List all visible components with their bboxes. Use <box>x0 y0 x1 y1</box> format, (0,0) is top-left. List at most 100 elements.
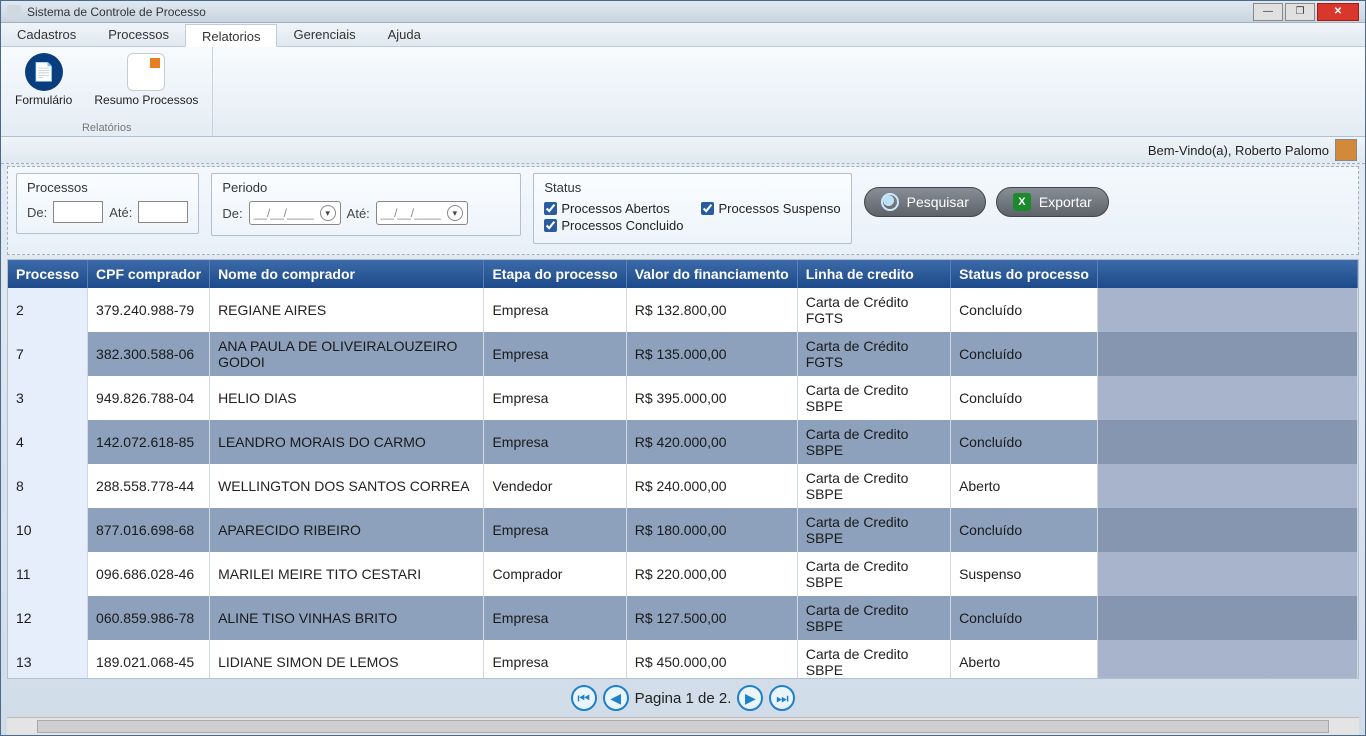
cell: R$ 132.800,00 <box>626 288 797 332</box>
cell <box>1097 596 1357 640</box>
processos-ate-input[interactable] <box>138 201 188 223</box>
export-button-label: Exportar <box>1039 194 1092 210</box>
col-header[interactable]: Valor do financiamento <box>626 260 797 288</box>
cell: WELLINGTON DOS SANTOS CORREA <box>210 464 484 508</box>
menu-cadastros[interactable]: Cadastros <box>1 23 92 46</box>
welcome-text: Bem-Vindo(a), Roberto Palomo <box>1148 143 1329 158</box>
filter-periodo-title: Periodo <box>222 180 510 195</box>
search-button[interactable]: Pesquisar <box>864 187 986 217</box>
page-last-button[interactable]: ⏭ <box>769 685 795 711</box>
processos-de-input[interactable] <box>53 201 103 223</box>
filter-status: Status Processos AbertosProcessos Suspen… <box>533 173 851 244</box>
close-button[interactable] <box>1317 3 1359 21</box>
cell: 2 <box>8 288 88 332</box>
cell: 189.021.068-45 <box>88 640 210 679</box>
ribbon-group-label: Relatórios <box>82 122 132 134</box>
table-row[interactable]: 2379.240.988-79REGIANE AIRESEmpresaR$ 13… <box>8 288 1358 332</box>
filter-processos: Processos De: Até: <box>16 173 199 234</box>
search-icon <box>881 193 899 211</box>
menu-processos[interactable]: Processos <box>92 23 185 46</box>
cell: 060.859.986-78 <box>88 596 210 640</box>
status-option-0[interactable]: Processos Abertos <box>544 201 683 216</box>
chevron-down-icon[interactable]: ▾ <box>320 205 336 221</box>
table-row[interactable]: 4142.072.618-85LEANDRO MORAIS DO CARMOEm… <box>8 420 1358 464</box>
table-row[interactable]: 11096.686.028-46MARILEI MEIRE TITO CESTA… <box>8 552 1358 596</box>
cell: 7 <box>8 332 88 376</box>
page-prev-button[interactable]: ◀ <box>603 685 629 711</box>
col-header[interactable]: Nome do comprador <box>210 260 484 288</box>
cell: 949.826.788-04 <box>88 376 210 420</box>
menu-gerenciais[interactable]: Gerenciais <box>277 23 371 46</box>
export-button[interactable]: X Exportar <box>996 187 1109 217</box>
chevron-down-icon[interactable]: ▾ <box>447 205 463 221</box>
status-option-1[interactable]: Processos Suspenso <box>701 201 840 216</box>
cell: Comprador <box>484 552 626 596</box>
cell: Empresa <box>484 332 626 376</box>
status-checkbox[interactable] <box>544 219 557 232</box>
table-row[interactable]: 13189.021.068-45LIDIANE SIMON DE LEMOSEm… <box>8 640 1358 679</box>
cell: R$ 127.500,00 <box>626 596 797 640</box>
status-checkbox[interactable] <box>701 202 714 215</box>
periodo-ate-input[interactable]: __/__/____ ▾ <box>376 201 468 225</box>
cell: LEANDRO MORAIS DO CARMO <box>210 420 484 464</box>
status-option-2[interactable]: Processos Concluido <box>544 218 683 233</box>
cell: HELIO DIAS <box>210 376 484 420</box>
col-header[interactable]: Status do processo <box>951 260 1098 288</box>
cell <box>1097 420 1357 464</box>
cell: Carta de Credito SBPE <box>797 464 950 508</box>
processos-ate-label: Até: <box>109 205 132 220</box>
status-label: Processos Concluido <box>561 218 683 233</box>
maximize-button[interactable] <box>1285 3 1315 21</box>
cell: Carta de Credito SBPE <box>797 552 950 596</box>
ribbon-formulário[interactable]: 📄Formulário <box>9 51 78 109</box>
cell: Aberto <box>951 464 1098 508</box>
ribbon-group-relatorios: 📄Formulário Resumo Processos Relatórios <box>1 47 213 136</box>
cell <box>1097 508 1357 552</box>
doc-icon <box>127 53 165 91</box>
avatar[interactable] <box>1335 139 1357 161</box>
table-row[interactable]: 12060.859.986-78ALINE TISO VINHAS BRITOE… <box>8 596 1358 640</box>
ribbon-resumo-processos[interactable]: Resumo Processos <box>88 51 204 109</box>
horizontal-scrollbar[interactable] <box>7 717 1359 735</box>
page-next-button[interactable]: ▶ <box>737 685 763 711</box>
cell <box>1097 288 1357 332</box>
form-icon: 📄 <box>25 53 63 91</box>
col-header[interactable] <box>1097 260 1357 288</box>
menu-ajuda[interactable]: Ajuda <box>372 23 437 46</box>
cell: APARECIDO RIBEIRO <box>210 508 484 552</box>
periodo-de-input[interactable]: __/__/____ ▾ <box>249 201 341 225</box>
table-row[interactable]: 7382.300.588-06ANA PAULA DE OLIVEIRALOUZ… <box>8 332 1358 376</box>
scrollbar-thumb[interactable] <box>37 720 1329 733</box>
cell: Carta de Credito SBPE <box>797 640 950 679</box>
cell: Carta de Crédito FGTS <box>797 288 950 332</box>
status-label: Processos Suspenso <box>718 201 840 216</box>
cell: 096.686.028-46 <box>88 552 210 596</box>
cell: 379.240.988-79 <box>88 288 210 332</box>
cell: 13 <box>8 640 88 679</box>
cell <box>1097 464 1357 508</box>
table-row[interactable]: 8288.558.778-44WELLINGTON DOS SANTOS COR… <box>8 464 1358 508</box>
cell: R$ 240.000,00 <box>626 464 797 508</box>
col-header[interactable]: Linha de credito <box>797 260 950 288</box>
menu-relatorios[interactable]: Relatorios <box>185 24 278 47</box>
ribbon: 📄Formulário Resumo Processos Relatórios <box>1 47 1365 137</box>
welcome-bar: Bem-Vindo(a), Roberto Palomo <box>1 137 1365 164</box>
periodo-de-label: De: <box>222 206 242 221</box>
minimize-button[interactable] <box>1253 3 1283 21</box>
cell: Concluído <box>951 508 1098 552</box>
cell: 8 <box>8 464 88 508</box>
table-row[interactable]: 3949.826.788-04HELIO DIASEmpresaR$ 395.0… <box>8 376 1358 420</box>
col-header[interactable]: CPF comprador <box>88 260 210 288</box>
col-header[interactable]: Etapa do processo <box>484 260 626 288</box>
page-first-button[interactable]: ⏮ <box>571 685 597 711</box>
table-row[interactable]: 10877.016.698-68APARECIDO RIBEIROEmpresa… <box>8 508 1358 552</box>
col-header[interactable]: Processo <box>8 260 88 288</box>
ribbon-button-label: Resumo Processos <box>94 93 198 107</box>
status-label: Processos Abertos <box>561 201 669 216</box>
cell: 12 <box>8 596 88 640</box>
status-checkbox[interactable] <box>544 202 557 215</box>
cell: 877.016.698-68 <box>88 508 210 552</box>
cell: Empresa <box>484 640 626 679</box>
data-grid[interactable]: ProcessoCPF compradorNome do compradorEt… <box>7 259 1359 679</box>
window-title: Sistema de Controle de Processo <box>27 5 206 19</box>
